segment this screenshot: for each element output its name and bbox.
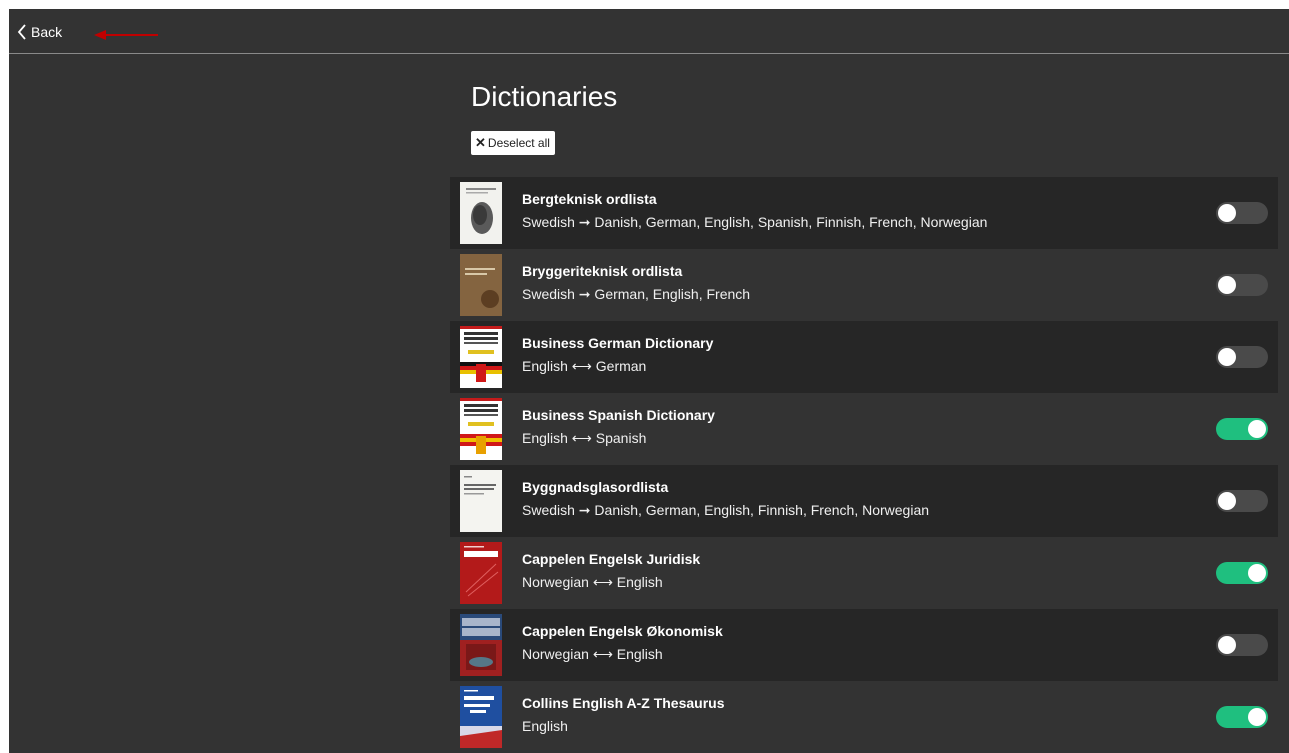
list-item[interactable]: Byggnadsglasordlista Swedish ➞ Danish, G… [450, 465, 1278, 537]
chevron-left-icon [17, 24, 27, 40]
book-cover-image [460, 182, 502, 244]
dictionary-languages: Norwegian ⟷ English [522, 574, 663, 590]
annotation-arrow-icon [93, 27, 159, 48]
list-item[interactable]: Cappelen Engelsk Økonomisk Norwegian ⟷ E… [450, 609, 1278, 681]
list-item[interactable]: Collins English A-Z Thesaurus English [450, 681, 1278, 753]
dictionary-languages: Norwegian ⟷ English [522, 646, 663, 662]
list-item[interactable]: Business German Dictionary English ⟷ Ger… [450, 321, 1278, 393]
dictionary-toggle[interactable] [1216, 274, 1268, 296]
deselect-all-button[interactable]: ✕ Deselect all [471, 131, 555, 155]
dictionary-title: Collins English A-Z Thesaurus [522, 695, 725, 711]
book-cover-image [460, 470, 502, 532]
book-cover-image [460, 326, 502, 388]
dictionary-toggle[interactable] [1216, 562, 1268, 584]
deselect-all-label: Deselect all [487, 136, 550, 150]
toggle-knob [1248, 420, 1266, 438]
back-label: Back [31, 24, 63, 40]
dictionaries-app: Back Dictionaries ✕ Deselect all Bergtek… [9, 9, 1289, 753]
dictionary-list: Bergteknisk ordlista Swedish ➞ Danish, G… [450, 177, 1278, 753]
dictionary-toggle[interactable] [1216, 418, 1268, 440]
dictionary-toggle[interactable] [1216, 490, 1268, 512]
dictionary-title: Cappelen Engelsk Økonomisk [522, 623, 723, 639]
dictionary-languages: English ⟷ Spanish [522, 430, 647, 446]
book-cover-image [460, 542, 502, 604]
dictionary-title: Bryggeriteknisk ordlista [522, 263, 683, 279]
list-item[interactable]: Bergteknisk ordlista Swedish ➞ Danish, G… [450, 177, 1278, 249]
toggle-knob [1248, 708, 1266, 726]
toggle-knob [1248, 564, 1266, 582]
toggle-knob [1218, 204, 1236, 222]
dictionary-languages: Swedish ➞ Danish, German, English, Spani… [522, 214, 988, 230]
page-title: Dictionaries [471, 81, 618, 112]
dictionary-toggle[interactable] [1216, 634, 1268, 656]
dictionary-toggle[interactable] [1216, 706, 1268, 728]
dictionary-title: Cappelen Engelsk Juridisk [522, 551, 701, 567]
toggle-knob [1218, 276, 1236, 294]
toggle-knob [1218, 492, 1236, 510]
dictionary-title: Business Spanish Dictionary [522, 407, 715, 423]
dictionary-languages: Swedish ➞ Danish, German, English, Finni… [522, 502, 930, 518]
book-cover-image [460, 686, 502, 748]
list-item[interactable]: Cappelen Engelsk Juridisk Norwegian ⟷ En… [450, 537, 1278, 609]
book-cover-image [460, 398, 502, 460]
list-item[interactable]: Business Spanish Dictionary English ⟷ Sp… [450, 393, 1278, 465]
book-cover-image [460, 614, 502, 676]
book-cover-image [460, 254, 502, 316]
dictionary-toggle[interactable] [1216, 202, 1268, 224]
toggle-knob [1218, 348, 1236, 366]
back-button[interactable]: Back [17, 21, 62, 43]
dictionary-languages: English [522, 718, 568, 734]
list-item[interactable]: Bryggeriteknisk ordlista Swedish ➞ Germa… [450, 249, 1278, 321]
dictionary-languages: English ⟷ German [522, 358, 647, 374]
dictionary-title: Bergteknisk ordlista [522, 191, 657, 207]
dictionary-title: Byggnadsglasordlista [522, 479, 669, 495]
dictionary-title: Business German Dictionary [522, 335, 714, 351]
top-bar: Back [9, 9, 1289, 54]
toggle-knob [1218, 636, 1236, 654]
close-icon: ✕ [475, 135, 486, 150]
dictionary-languages: Swedish ➞ German, English, French [522, 286, 751, 302]
dictionary-toggle[interactable] [1216, 346, 1268, 368]
